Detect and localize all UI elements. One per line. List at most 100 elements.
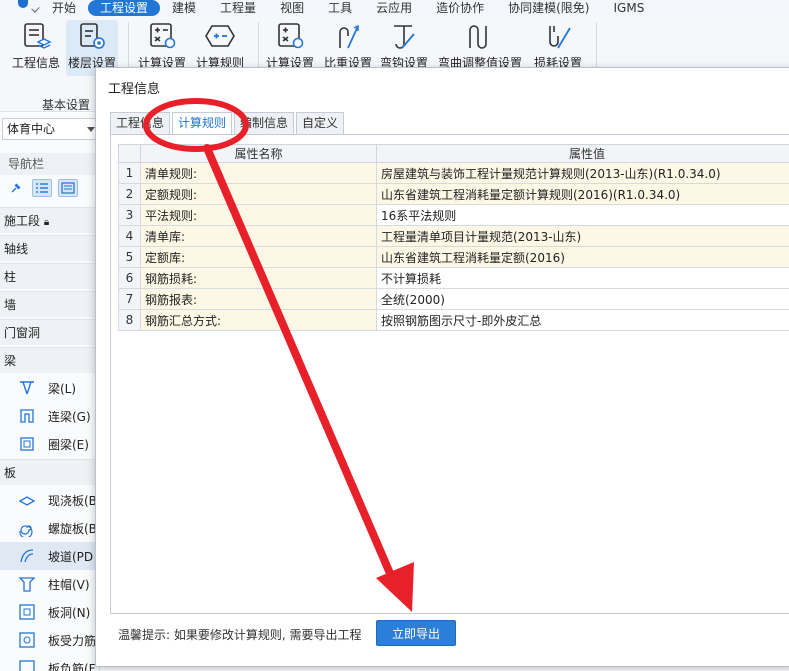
spiral-slab-icon: [19, 525, 33, 537]
slab-rebar-icon: [19, 632, 35, 648]
bend-adjust-icon: [469, 25, 487, 49]
property-name: 清单库:: [140, 225, 377, 247]
nav-item-coupling-beam[interactable]: 连梁(G): [0, 402, 99, 430]
menu-tools[interactable]: 工具: [316, 0, 364, 16]
cast-slab-icon: [18, 496, 36, 506]
calc-rules-table: 属性名称 属性值 1 清单规则: 房屋建筑与装饰工程计量规范计算规则(2013-…: [118, 144, 789, 331]
table-row[interactable]: 8 钢筋汇总方式: 按照钢筋图示尺寸-即外皮汇总: [118, 309, 789, 331]
row-number-header: [118, 144, 141, 163]
pin-icon[interactable]: [6, 179, 26, 197]
app-logo-icon[interactable]: [0, 0, 40, 16]
hook-settings-icon: [394, 25, 415, 49]
project-info-dialog: 工程信息 工程信息 计算规则 编制信息 自定义 属性名称 属性值 1 清单规则:…: [95, 67, 789, 667]
menu-cost-collab[interactable]: 造价协作: [424, 0, 496, 16]
slab-hole-icon: [19, 604, 35, 620]
table-row[interactable]: 7 钢筋报表: 全统(2000): [118, 288, 789, 310]
export-now-button[interactable]: 立即导出: [376, 620, 456, 646]
property-value[interactable]: 山东省建筑工程消耗量定额(2016): [376, 246, 789, 268]
table-row[interactable]: 3 平法规则: 16系平法规则: [118, 204, 789, 226]
table-row[interactable]: 6 钢筋损耗: 不计算损耗: [118, 267, 789, 289]
nav-category-column[interactable]: 柱: [0, 263, 99, 289]
property-value[interactable]: 房屋建筑与装饰工程计量规范计算规则(2013-山东)(R1.0.34.0): [376, 162, 789, 184]
property-value[interactable]: 不计算损耗: [376, 267, 789, 289]
nav-item-cast-slab[interactable]: 现浇板(B: [0, 486, 99, 514]
nav-item-label: 板洞(N): [48, 605, 91, 620]
nav-item-slab-negative-rebar[interactable]: 板负筋(F: [0, 654, 99, 671]
property-name: 平法规则:: [140, 204, 377, 226]
calc-rules-panel: 属性名称 属性值 1 清单规则: 房屋建筑与装饰工程计量规范计算规则(2013-…: [110, 134, 789, 614]
detail-view-icon[interactable]: [58, 179, 78, 197]
tab-custom[interactable]: 自定义: [296, 112, 345, 134]
nav-category-door-window[interactable]: 门窗洞: [0, 319, 99, 345]
nav-item-label: 坡道(PD: [48, 549, 94, 564]
property-value[interactable]: 工程量清单项目计量规范(2013-山东): [376, 225, 789, 247]
beam-icon: [20, 381, 34, 395]
row-number: 7: [118, 288, 141, 310]
menu-modeling[interactable]: 建模: [160, 0, 208, 16]
nav-category-construction-section[interactable]: 施工段 🔒︎: [0, 207, 99, 233]
property-name: 定额库:: [140, 246, 377, 268]
row-number: 1: [118, 162, 141, 184]
nav-category-axis[interactable]: 轴线: [0, 235, 99, 261]
table-row[interactable]: 5 定额库: 山东省建筑工程消耗量定额(2016): [118, 246, 789, 268]
coupling-beam-icon: [20, 409, 34, 423]
project-select[interactable]: 体育中心: [2, 118, 99, 140]
menu-collab-modeling[interactable]: 协同建模(限免): [496, 0, 601, 16]
ramp-icon: [20, 549, 34, 563]
chevron-down-icon: [87, 127, 95, 132]
tab-project-info[interactable]: 工程信息: [110, 112, 171, 134]
menu-project-settings[interactable]: 工程设置: [88, 0, 161, 16]
nav-item-label: 板负筋(F: [48, 661, 96, 671]
table-row[interactable]: 2 定额规则: 山东省建筑工程消耗量定额计算规则(2016)(R1.0.34.0…: [118, 183, 789, 205]
nav-category-label: 施工段: [4, 214, 41, 228]
project-info-icon: [24, 23, 52, 49]
column-header-name: 属性名称: [140, 144, 377, 163]
project-info-label: 工程信息: [11, 56, 60, 70]
property-value[interactable]: 全统(2000): [376, 288, 789, 310]
property-name: 钢筋报表:: [140, 288, 377, 310]
column-cap-icon: [18, 577, 36, 592]
property-value[interactable]: 山东省建筑工程消耗量定额计算规则(2016)(R1.0.34.0): [376, 183, 789, 205]
rebar-calc-settings-icon: [278, 23, 304, 49]
nav-item-beam[interactable]: 梁(L): [0, 374, 99, 402]
row-number: 4: [118, 225, 141, 247]
nav-category-wall[interactable]: 墙: [0, 291, 99, 317]
table-row[interactable]: 4 清单库: 工程量清单项目计量规范(2013-山东): [118, 225, 789, 247]
tab-calc-rules[interactable]: 计算规则: [172, 112, 233, 135]
menu-bar: 开始 工程设置 建模 工程量 视图 工具 云应用 造价协作 协同建模(限免) I…: [0, 0, 789, 16]
menu-quantity[interactable]: 工程量: [208, 0, 268, 16]
nav-item-slab-rebar[interactable]: 板受力筋: [0, 626, 99, 654]
calc-settings-icon: [150, 23, 176, 49]
project-info-button[interactable]: 工程信息: [10, 20, 62, 76]
nav-item-slab-hole[interactable]: 板洞(N): [0, 598, 99, 626]
menu-view[interactable]: 视图: [268, 0, 316, 16]
property-name: 钢筋汇总方式:: [140, 309, 377, 331]
lock-icon: 🔒︎: [43, 217, 50, 228]
nav-category-beam[interactable]: 梁: [0, 347, 99, 373]
nav-item-column-cap[interactable]: 柱帽(V): [0, 570, 99, 598]
menu-start[interactable]: 开始: [40, 0, 88, 16]
floor-settings-icon: [80, 23, 105, 49]
dialog-title: 工程信息: [108, 82, 161, 97]
nav-category-slab[interactable]: 板: [0, 459, 99, 485]
property-value[interactable]: 16系平法规则: [376, 204, 789, 226]
table-row[interactable]: 1 清单规则: 房屋建筑与装饰工程计量规范计算规则(2013-山东)(R1.0.…: [118, 162, 789, 184]
list-view-icon[interactable]: [32, 179, 52, 197]
nav-item-label: 连梁(G): [48, 409, 91, 424]
property-value[interactable]: 按照钢筋图示尺寸-即外皮汇总: [376, 309, 789, 331]
nav-item-ramp[interactable]: 坡道(PD: [0, 542, 99, 570]
table-header-row: 属性名称 属性值: [118, 144, 789, 163]
nav-item-label: 螺旋板(B: [48, 521, 97, 536]
nav-item-ring-beam[interactable]: 圈梁(E): [0, 430, 99, 458]
nav-item-spiral-slab[interactable]: 螺旋板(B: [0, 514, 99, 542]
property-name: 钢筋损耗:: [140, 267, 377, 289]
basic-settings-group-label: 基本设置: [42, 98, 91, 112]
nav-item-label: 梁(L): [48, 381, 77, 396]
menu-igms[interactable]: IGMS: [602, 0, 657, 16]
nav-item-label: 现浇板(B: [48, 493, 97, 508]
nav-title: 导航栏: [0, 153, 99, 175]
navigation-sidebar: 体育中心 导航栏 施工段 🔒︎ 轴线 柱 墙 门窗洞 梁 梁(L) 连梁(G) …: [0, 113, 100, 671]
ring-beam-icon: [20, 437, 34, 451]
menu-cloud[interactable]: 云应用: [364, 0, 424, 16]
tab-compile-info[interactable]: 编制信息: [234, 112, 295, 134]
